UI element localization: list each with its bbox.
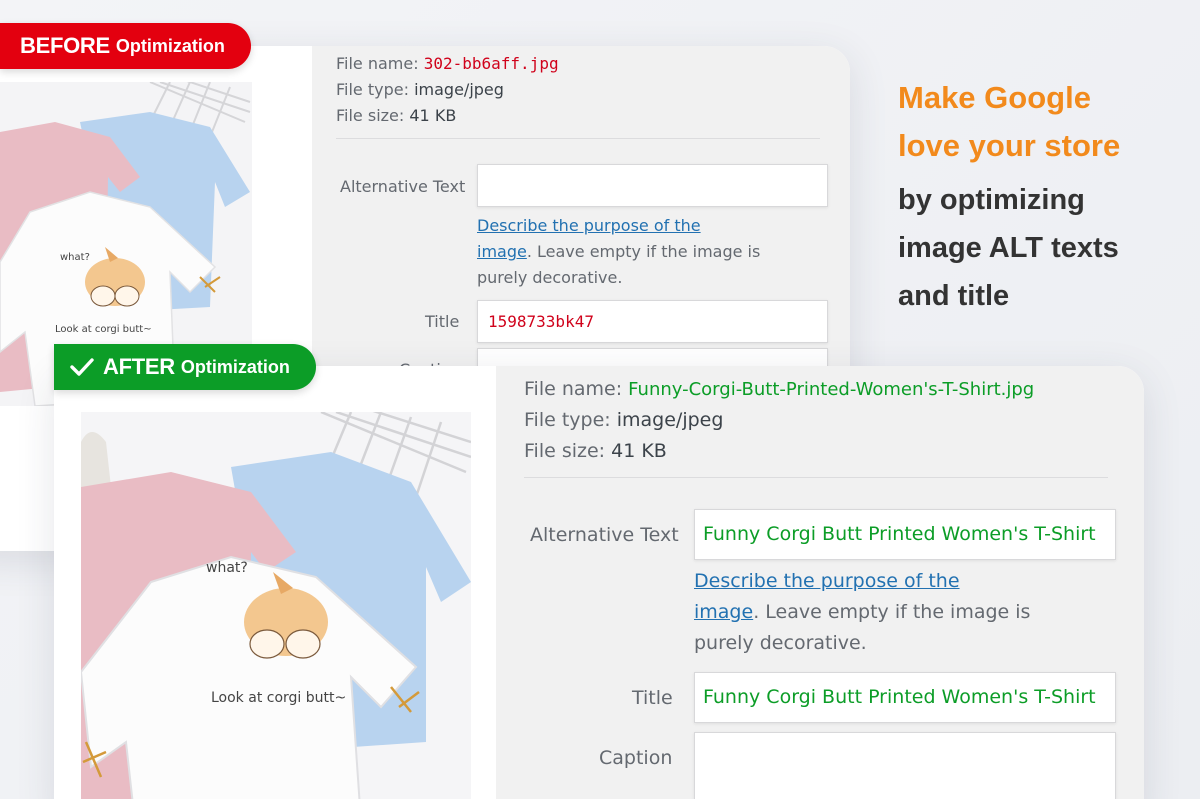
after-divider xyxy=(524,477,1108,478)
before-image-link[interactable]: image xyxy=(477,242,527,261)
file-type-label: File type: xyxy=(336,80,409,99)
svg-text:Look at corgi butt~: Look at corgi butt~ xyxy=(55,324,152,335)
before-divider xyxy=(336,138,820,139)
headline-line-2: love your store xyxy=(898,128,1121,163)
before-file-name-value: 302-bb6aff.jpg xyxy=(423,54,559,73)
after-file-size-value: 41 KB xyxy=(611,440,667,462)
after-title-label: Title xyxy=(632,687,673,709)
after-title-value: Funny Corgi Butt Printed Women's T-Shirt xyxy=(703,686,1096,708)
before-alt-help-text: Describe the purpose of the image. Leave… xyxy=(477,216,761,287)
after-file-type-value: image/jpeg xyxy=(616,409,724,431)
check-icon xyxy=(70,358,94,376)
after-caption-input[interactable] xyxy=(694,732,1116,799)
file-name-label: File name: xyxy=(336,54,419,73)
svg-text:Look at corgi butt~: Look at corgi butt~ xyxy=(211,690,346,706)
svg-text:what?: what? xyxy=(60,252,90,263)
product-photo-after: what? Look at corgi butt~ xyxy=(81,412,471,799)
before-title-value: 1598733bk47 xyxy=(488,312,594,331)
before-file-size-row: File size: 41 KB xyxy=(336,106,456,125)
after-title-input[interactable]: Funny Corgi Butt Printed Women's T-Shirt xyxy=(694,672,1116,723)
after-alt-help-text: Describe the purpose of the image. Leave… xyxy=(694,570,1031,654)
after-file-name-value: Funny-Corgi-Butt-Printed-Women's-T-Shirt… xyxy=(628,379,1035,400)
before-describe-purpose-link[interactable]: Describe the purpose of the xyxy=(477,216,701,235)
before-alt-text-label: Alternative Text xyxy=(340,177,466,196)
after-file-size-row: File size: 41 KB xyxy=(524,440,667,462)
before-file-size-value: 41 KB xyxy=(409,106,457,125)
after-alt-text-input[interactable]: Funny Corgi Butt Printed Women's T-Shirt xyxy=(694,509,1116,560)
headline-line-4: image ALT texts xyxy=(898,232,1119,264)
headline-line-1: Make Google xyxy=(898,80,1091,115)
before-title-input[interactable]: 1598733bk47 xyxy=(477,300,828,343)
headline-line-3: by optimizing xyxy=(898,184,1085,216)
before-title-label: Title xyxy=(425,312,460,331)
after-caption-label: Caption xyxy=(599,747,673,769)
before-file-type-row: File type: image/jpeg xyxy=(336,80,504,99)
before-file-name-row: File name: 302-bb6aff.jpg xyxy=(336,54,559,73)
headline-line-5: and title xyxy=(898,280,1010,312)
before-alt-text-input[interactable] xyxy=(477,164,828,207)
file-size-label: File size: xyxy=(336,106,405,125)
after-alt-text-label: Alternative Text xyxy=(530,524,679,546)
file-type-label: File type: xyxy=(524,409,611,431)
after-image-link[interactable]: image xyxy=(694,601,753,623)
badge-after-strong: AFTER xyxy=(103,354,175,379)
badge-before-strong: BEFORE xyxy=(20,33,110,58)
after-file-type-row: File type: image/jpeg xyxy=(524,409,723,431)
corgi-tshirt-photo-icon: what? Look at corgi butt~ xyxy=(81,412,471,799)
after-describe-purpose-link[interactable]: Describe the purpose of the xyxy=(694,570,960,592)
svg-text:what?: what? xyxy=(206,560,248,576)
badge-after-rest: Optimization xyxy=(180,356,290,377)
badge-before-rest: Optimization xyxy=(115,35,225,56)
after-optimization-badge: AFTER Optimization xyxy=(54,344,316,390)
after-alt-text-value: Funny Corgi Butt Printed Women's T-Shirt xyxy=(703,523,1096,545)
file-name-label: File name: xyxy=(524,378,623,400)
before-optimization-badge: BEFORE Optimization xyxy=(0,23,251,69)
file-size-label: File size: xyxy=(524,440,606,462)
before-file-type-value: image/jpeg xyxy=(414,80,504,99)
after-file-name-row: File name: Funny-Corgi-Butt-Printed-Wome… xyxy=(524,378,1034,400)
